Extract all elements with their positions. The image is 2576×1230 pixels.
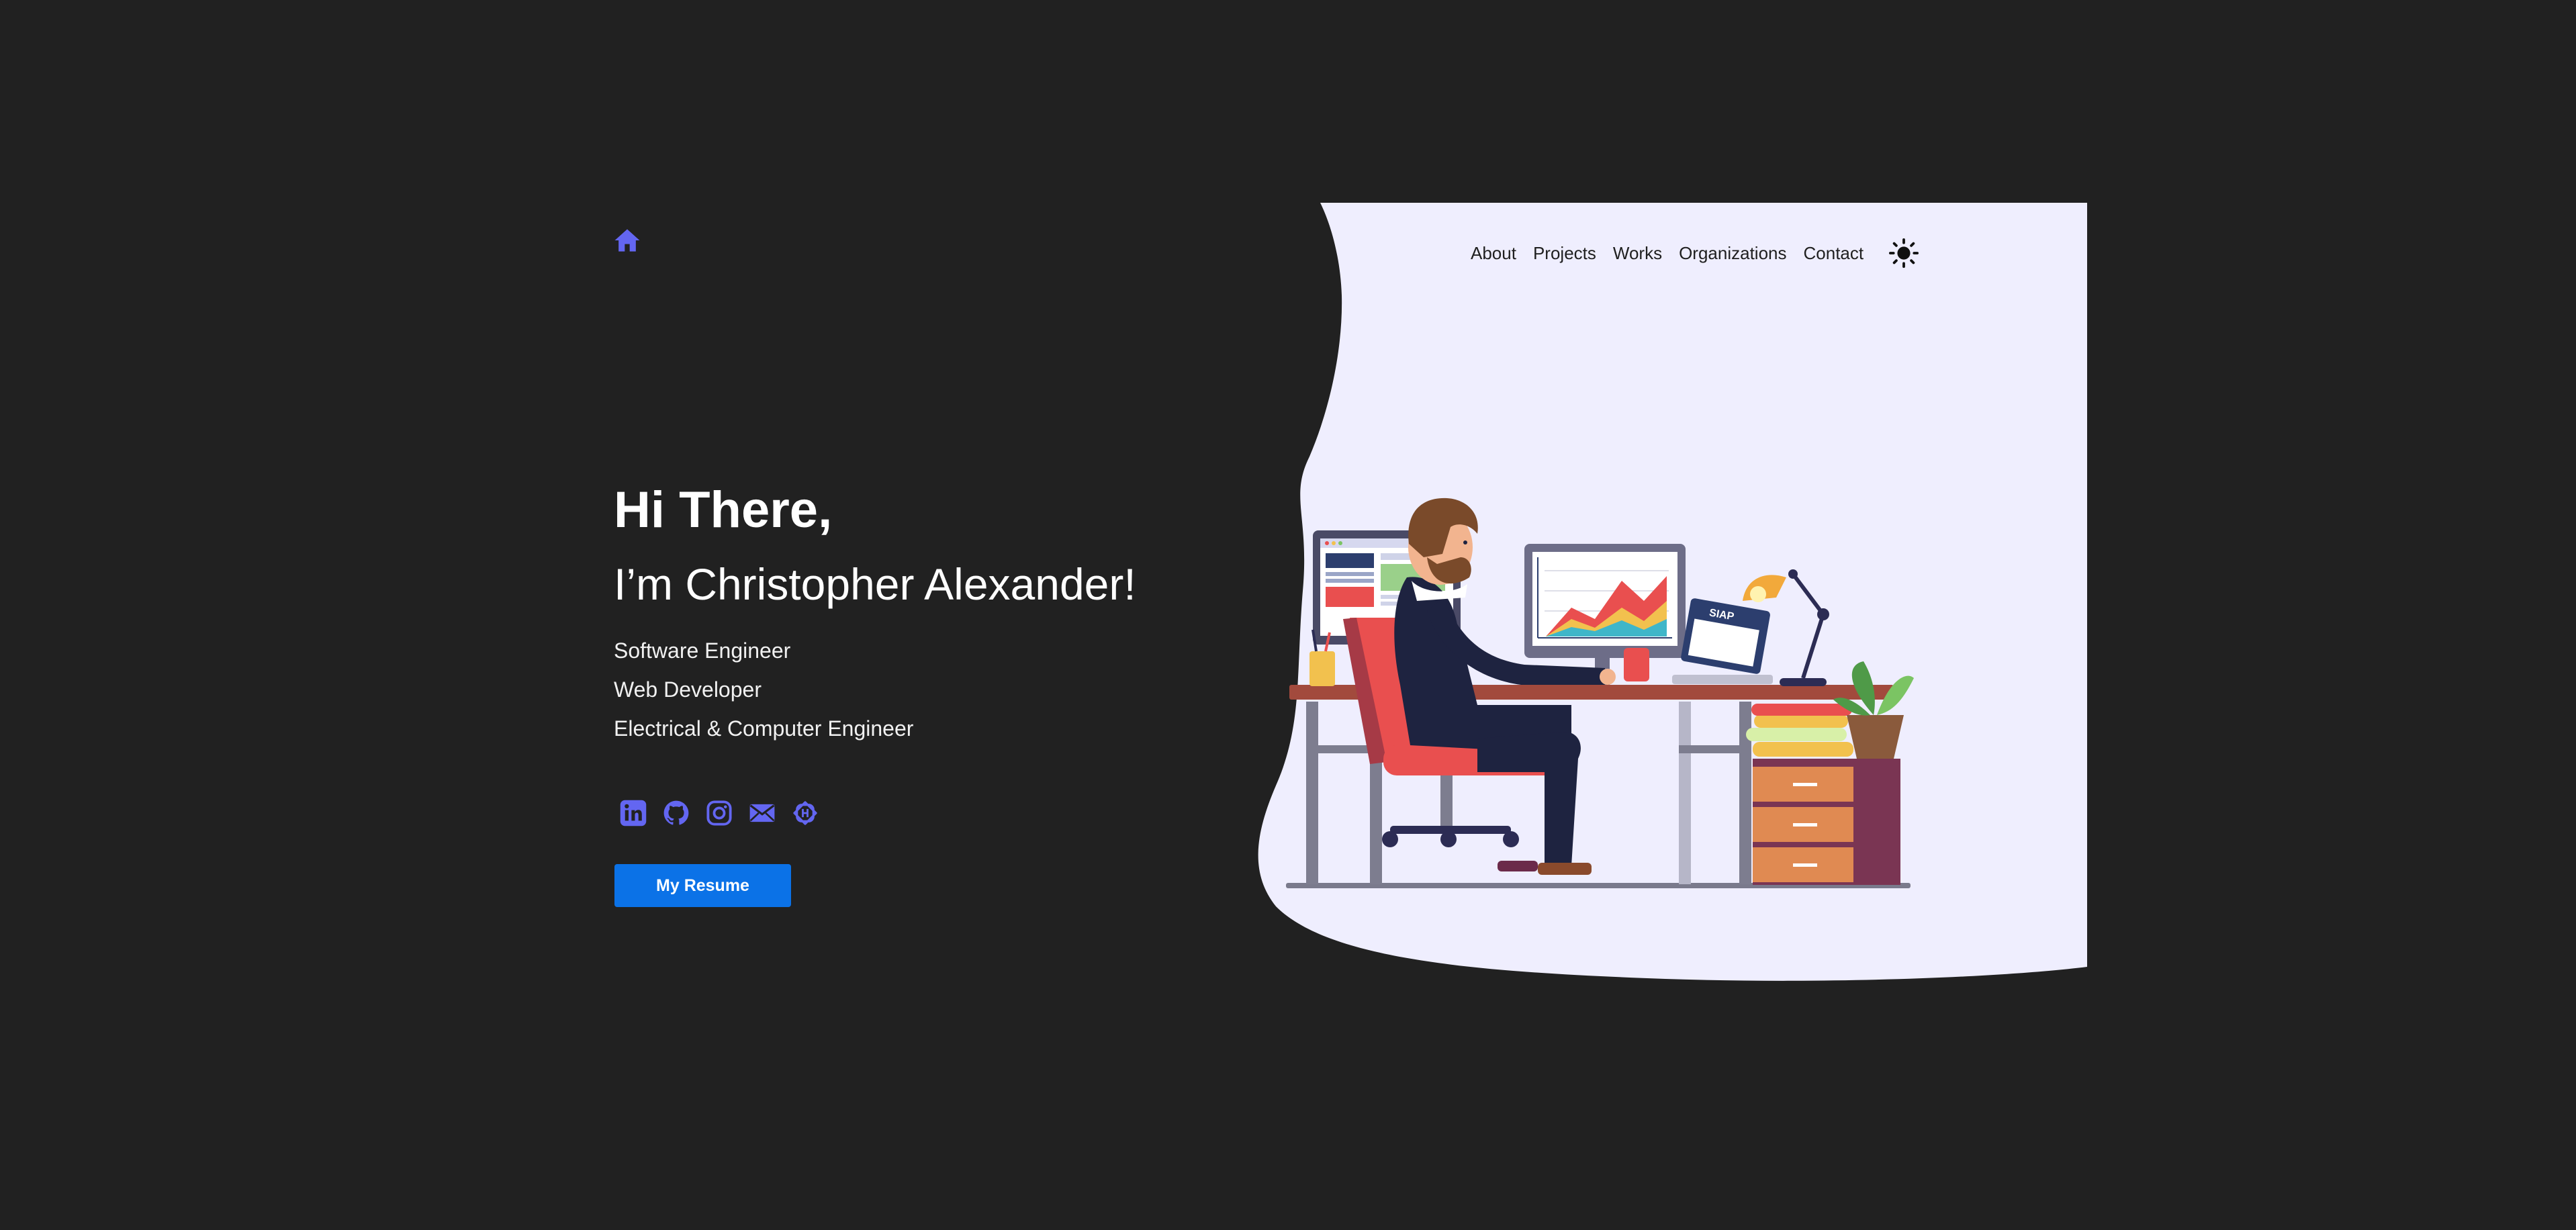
social-links: [619, 799, 819, 827]
hero-greeting: Hi There,: [614, 481, 833, 538]
mail-icon[interactable]: [748, 799, 776, 827]
page: About Projects Works Organizations Conta…: [0, 0, 2576, 1230]
hero-name: I’m Christopher Alexander!: [614, 559, 1136, 609]
nav-organizations[interactable]: Organizations: [1679, 236, 1786, 270]
hero-text: Hi There, I’m Christopher Alexander! Sof…: [614, 470, 1136, 759]
top-nav: About Projects Works Organizations Conta…: [1471, 236, 1919, 270]
nav-contact[interactable]: Contact: [1804, 236, 1864, 270]
role-list: Software Engineer Web Developer Electric…: [614, 631, 1136, 748]
home-icon[interactable]: [612, 226, 642, 255]
instagram-icon[interactable]: [705, 799, 733, 827]
sun-icon[interactable]: [1888, 238, 1919, 269]
nav-projects[interactable]: Projects: [1533, 236, 1596, 270]
resume-button[interactable]: My Resume: [614, 864, 791, 907]
nav-works[interactable]: Works: [1613, 236, 1662, 270]
nav-about[interactable]: About: [1471, 236, 1516, 270]
hashnode-icon[interactable]: [791, 799, 819, 827]
role-item: Software Engineer: [614, 638, 791, 663]
linkedin-icon[interactable]: [619, 799, 647, 827]
developer-desk-illustration: SIAP: [1286, 498, 1914, 888]
github-icon[interactable]: [662, 799, 690, 827]
role-item: Web Developer: [614, 677, 762, 702]
role-item: Electrical & Computer Engineer: [614, 716, 914, 741]
